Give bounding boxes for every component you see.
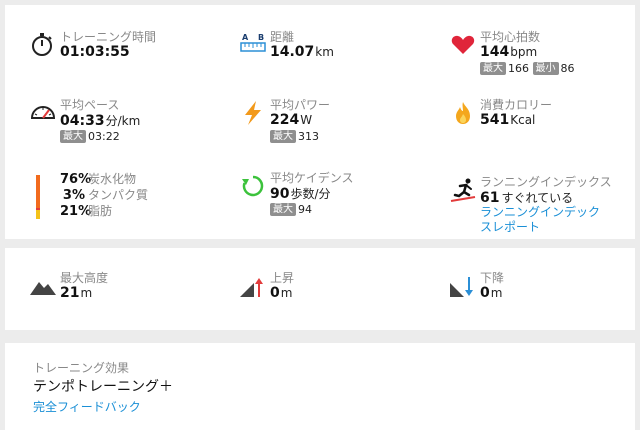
cadence-cycle-icon [242, 175, 264, 197]
macro-protein-row: 3% タンパク質 [62, 188, 149, 203]
avg-power-value: 224W [270, 112, 313, 128]
descent-value: 0m [480, 285, 503, 301]
training-time-label: トレーニング時間 [60, 30, 157, 44]
training-effect-value: テンポトレーニング＋ [33, 379, 173, 395]
running-index-label: ランニングインデックス [480, 175, 612, 189]
ascent-value: 0m [270, 285, 293, 301]
max-elevation-label: 最大高度 [60, 271, 109, 285]
full-feedback-link[interactable]: 完全フィードバック [33, 398, 141, 415]
max-pace-value: 03:22 [88, 130, 120, 143]
calories-value: 541Kcal [480, 112, 536, 128]
runner-icon [450, 178, 476, 202]
svg-text:A: A [242, 33, 249, 42]
training-effect-label: トレーニング効果 [33, 361, 130, 375]
avg-cadence-value: 90歩数/分 [270, 186, 331, 202]
running-index-value: 61 すぐれている [480, 190, 574, 206]
elevation-card: 最大高度 21m 上昇 0m 下降 0m [5, 248, 635, 330]
max-badge: 最大 [60, 130, 86, 143]
mountain-icon [30, 282, 56, 295]
min-badge: 最小 [532, 62, 559, 75]
avg-hr-label: 平均心拍数 [480, 30, 541, 44]
svg-text:B: B [258, 33, 264, 42]
max-hr-value: 166 [508, 62, 529, 75]
avg-hr-range: 最大 166 最小 86 [480, 62, 575, 75]
running-index-report-link[interactable]: ランニングインデックスレポート [480, 205, 610, 235]
distance-label: 距離 [270, 30, 295, 44]
macro-ratio-bar [36, 175, 40, 219]
metrics-card: トレーニング時間 01:03:55 A B 距離 14.07km 平均心拍数 1… [5, 5, 635, 239]
lightning-icon [245, 101, 261, 125]
distance-value: 14.07km [270, 44, 334, 60]
max-cadence-value: 94 [298, 203, 312, 216]
speedometer-icon [30, 106, 56, 119]
max-badge: 最大 [270, 130, 296, 143]
avg-hr-value: 144bpm [480, 44, 538, 60]
avg-pace-max: 最大 03:22 [60, 130, 120, 143]
macro-carb-row: 76%炭水化物 [60, 172, 137, 187]
min-hr-value: 86 [560, 62, 575, 75]
avg-cadence-label: 平均ケイデンス [270, 171, 354, 185]
calories-label: 消費カロリー [480, 98, 553, 112]
max-power-value: 313 [298, 130, 319, 143]
stopwatch-icon [32, 33, 52, 56]
ascent-label: 上昇 [270, 271, 295, 285]
training-effect-card: トレーニング効果 テンポトレーニング＋ 完全フィードバック [5, 343, 635, 430]
max-elevation-value: 21m [60, 285, 93, 301]
macro-fat-row: 21%脂肪 [60, 204, 113, 219]
descent-label: 下降 [480, 271, 505, 285]
avg-cadence-max: 最大 94 [270, 203, 312, 216]
ascent-icon [240, 278, 263, 297]
avg-pace-value: 04:33分/km [60, 113, 141, 129]
heart-icon [451, 35, 475, 54]
avg-power-max: 最大 313 [270, 130, 319, 143]
fire-icon [456, 102, 470, 124]
training-time-value: 01:03:55 [60, 44, 130, 60]
max-badge: 最大 [270, 203, 296, 216]
descent-icon [450, 277, 473, 297]
avg-pace-label: 平均ペース [60, 98, 120, 112]
max-badge: 最大 [480, 62, 506, 75]
avg-power-label: 平均パワー [270, 98, 331, 112]
ruler-ab-icon: A B [240, 33, 266, 52]
